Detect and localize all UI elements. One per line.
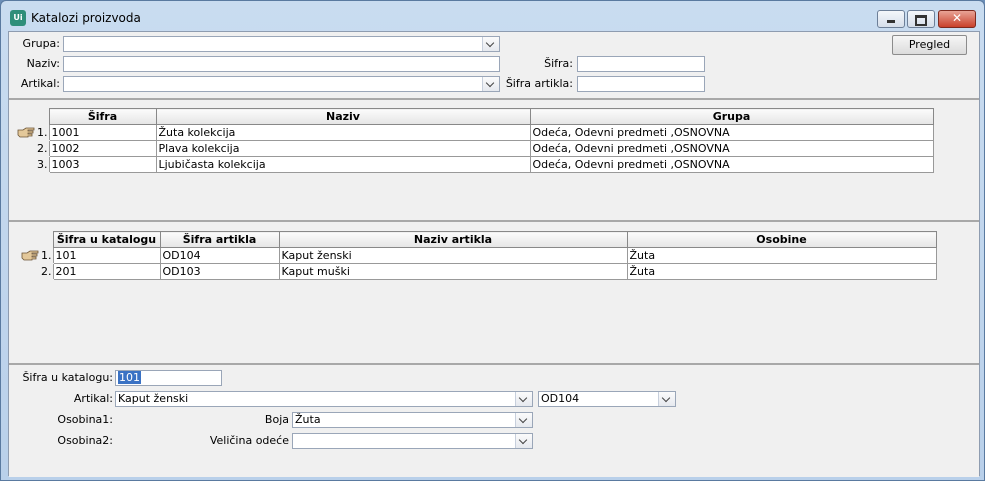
- cell-grupa[interactable]: Odeća, Odevni predmeti ,OSNOVNA: [529, 156, 934, 173]
- title-bar[interactable]: Ui Katalozi proizvoda ✕: [1, 1, 984, 35]
- artikal-detail-combo[interactable]: Kaput ženski: [115, 391, 533, 407]
- detail-panel: Šifra u katalogu: 101 Artikal: Kaput žen…: [9, 363, 979, 477]
- grupa-combo[interactable]: [63, 36, 500, 52]
- table-row[interactable]: 3. 1003 Ljubičasta kolekcija Odeća, Odev…: [11, 156, 934, 173]
- sifra-label: Šifra:: [544, 57, 573, 70]
- client-area: Grupa: Naziv: Artikal: Šifra: Šifra arti…: [8, 31, 980, 477]
- sifra-artikla-input[interactable]: [577, 76, 705, 92]
- close-button[interactable]: ✕: [938, 10, 976, 28]
- column-header-grupa[interactable]: Grupa: [529, 108, 934, 125]
- maximize-icon: [908, 12, 934, 26]
- cell-sifra[interactable]: 1001: [48, 124, 157, 141]
- cell-sifra[interactable]: 1003: [48, 156, 157, 173]
- window: Ui Katalozi proizvoda ✕ Grupa: Naziv: Ar…: [0, 0, 985, 481]
- items-header-row: Šifra u katalogu Šifra artikla Naziv art…: [14, 231, 937, 248]
- chevron-down-icon[interactable]: [515, 434, 532, 448]
- artikal-detail-value: Kaput ženski: [118, 392, 189, 405]
- grupa-label: Grupa:: [22, 37, 60, 50]
- sifra-u-katalogu-input[interactable]: 101: [115, 370, 222, 386]
- app-icon: Ui: [10, 10, 26, 26]
- artikal-label: Artikal:: [20, 77, 60, 90]
- osobina1-name: Boja: [264, 413, 289, 426]
- minimize-icon: [878, 12, 904, 23]
- artikal-code-value: OD104: [541, 392, 580, 405]
- table-row[interactable]: 1. 101 OD104 Kaput ženski Žuta: [14, 247, 937, 264]
- pregled-button[interactable]: Pregled: [892, 35, 967, 55]
- cell-osobine[interactable]: Žuta: [626, 247, 937, 264]
- column-header-sifra[interactable]: Šifra: [48, 108, 157, 125]
- artikal-combo[interactable]: [63, 76, 500, 92]
- chevron-down-icon[interactable]: [482, 77, 499, 91]
- chevron-down-icon[interactable]: [482, 37, 499, 51]
- row-number: 2.: [11, 140, 49, 157]
- osobina2-label: Osobina2:: [57, 434, 113, 447]
- maximize-button[interactable]: [907, 10, 935, 28]
- cell-osobine[interactable]: Žuta: [626, 263, 937, 280]
- column-header-osobine[interactable]: Osobine: [626, 231, 937, 248]
- artikal-code-combo[interactable]: OD104: [538, 391, 676, 407]
- row-number: 1.: [11, 124, 49, 141]
- pointing-hand-icon: [17, 127, 35, 138]
- cell-naziv-artikla[interactable]: Kaput ženski: [278, 247, 628, 264]
- row-header-corner: [11, 108, 49, 125]
- catalogs-header-row: Šifra Naziv Grupa: [11, 108, 934, 125]
- naziv-label: Naziv:: [26, 57, 60, 70]
- table-row[interactable]: 2. 1002 Plava kolekcija Odeća, Odevni pr…: [11, 140, 934, 157]
- items-table: Šifra u katalogu Šifra artikla Naziv art…: [14, 231, 937, 280]
- osobina2-name: Veličina odeće: [209, 434, 289, 447]
- cell-naziv[interactable]: Ljubičasta kolekcija: [155, 156, 531, 173]
- cell-sifra-u-katalogu[interactable]: 201: [52, 263, 161, 280]
- cell-grupa[interactable]: Odeća, Odevni predmeti ,OSNOVNA: [529, 124, 934, 141]
- row-number: 3.: [11, 156, 49, 173]
- table-row[interactable]: 2. 201 OD103 Kaput muški Žuta: [14, 263, 937, 280]
- catalogs-table: Šifra Naziv Grupa 1. 1001 Žuta kolekcija…: [11, 108, 934, 173]
- cell-naziv-artikla[interactable]: Kaput muški: [278, 263, 628, 280]
- chevron-down-icon[interactable]: [515, 392, 532, 406]
- window-title: Katalozi proizvoda: [31, 11, 141, 25]
- sifra-input[interactable]: [577, 56, 705, 72]
- row-number: 1.: [14, 247, 53, 264]
- cell-sifra[interactable]: 1002: [48, 140, 157, 157]
- osobina1-value: Žuta: [295, 413, 321, 426]
- cell-naziv[interactable]: Žuta kolekcija: [155, 124, 531, 141]
- sifra-u-katalogu-value: 101: [118, 371, 141, 384]
- chevron-down-icon[interactable]: [658, 392, 675, 406]
- cell-sifra-artikla[interactable]: OD104: [159, 247, 280, 264]
- minimize-button[interactable]: [877, 10, 905, 28]
- cell-sifra-u-katalogu[interactable]: 101: [52, 247, 161, 264]
- osobina2-combo[interactable]: [292, 433, 533, 449]
- column-header-sifra-u-katalogu[interactable]: Šifra u katalogu: [52, 231, 161, 248]
- column-header-naziv[interactable]: Naziv: [155, 108, 531, 125]
- row-number: 2.: [14, 263, 53, 280]
- pointing-hand-icon: [21, 250, 39, 261]
- cell-grupa[interactable]: Odeća, Odevni predmeti ,OSNOVNA: [529, 140, 934, 157]
- table-row[interactable]: 1. 1001 Žuta kolekcija Odeća, Odevni pre…: [11, 124, 934, 141]
- sifra-artikla-label: Šifra artikla:: [505, 77, 573, 90]
- column-header-naziv-artikla[interactable]: Naziv artikla: [278, 231, 628, 248]
- catalogs-panel: Šifra Naziv Grupa 1. 1001 Žuta kolekcija…: [9, 98, 979, 218]
- artikal-detail-label: Artikal:: [73, 392, 113, 405]
- naziv-input[interactable]: [63, 56, 500, 72]
- cell-sifra-artikla[interactable]: OD103: [159, 263, 280, 280]
- items-panel: Šifra u katalogu Šifra artikla Naziv art…: [9, 220, 979, 364]
- cell-naziv[interactable]: Plava kolekcija: [155, 140, 531, 157]
- close-icon: ✕: [951, 11, 963, 25]
- chevron-down-icon[interactable]: [515, 413, 532, 427]
- osobina1-label: Osobina1:: [57, 413, 113, 426]
- sifra-u-katalogu-label: Šifra u katalogu:: [22, 371, 113, 384]
- row-header-corner: [14, 231, 53, 248]
- column-header-sifra-artikla[interactable]: Šifra artikla: [159, 231, 280, 248]
- osobina1-combo[interactable]: Žuta: [292, 412, 533, 428]
